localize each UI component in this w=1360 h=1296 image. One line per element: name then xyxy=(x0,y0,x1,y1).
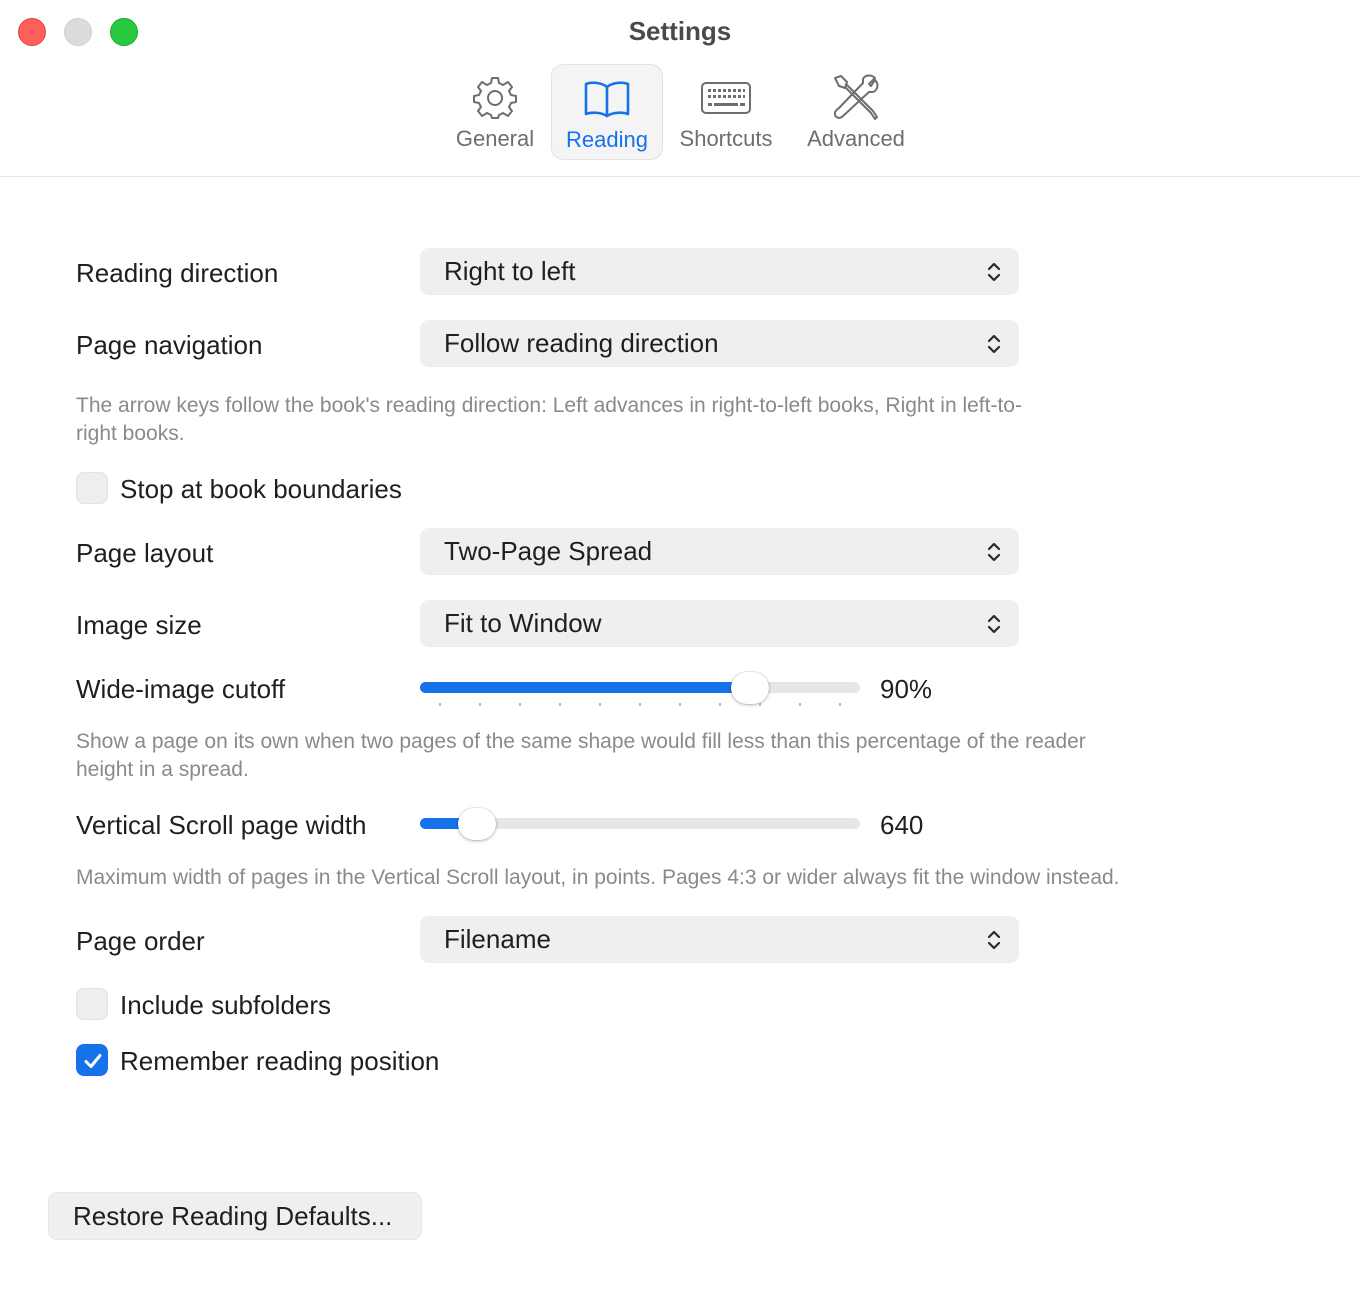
slider-tick xyxy=(439,703,441,706)
help-line: Show a page on its own when two pages of… xyxy=(76,730,1086,753)
page-navigation-help: The arrow keys follow the book's reading… xyxy=(76,392,1022,448)
keyboard-icon xyxy=(700,72,752,124)
book-icon xyxy=(583,73,631,125)
include-subfolders-checkbox[interactable] xyxy=(76,988,108,1020)
page-order-popup[interactable]: Filename xyxy=(420,916,1019,963)
vertical-scroll-width-value: 640 xyxy=(880,810,924,840)
page-navigation-label: Page navigation xyxy=(76,330,263,360)
include-subfolders-label[interactable]: Include subfolders xyxy=(120,990,331,1021)
page-layout-value: Two-Page Spread xyxy=(444,536,653,566)
up-down-chevron-icon xyxy=(987,262,1001,282)
stop-at-boundaries-label[interactable]: Stop at book boundaries xyxy=(120,474,402,505)
image-size-value: Fit to Window xyxy=(444,608,602,638)
tab-shortcuts-label: Shortcuts xyxy=(679,126,773,151)
page-order-value: Filename xyxy=(444,924,551,954)
tab-advanced-label: Advanced xyxy=(807,126,905,151)
tab-reading-label: Reading xyxy=(566,127,648,152)
help-line: height in a spread. xyxy=(76,758,249,781)
slider-tick xyxy=(679,703,681,706)
wide-image-cutoff-help: Show a page on its own when two pages of… xyxy=(76,728,1086,784)
reading-direction-label: Reading direction xyxy=(76,258,279,288)
image-size-popup[interactable]: Fit to Window xyxy=(420,600,1019,647)
page-layout-popup[interactable]: Two-Page Spread xyxy=(420,528,1019,575)
checkmark-icon xyxy=(84,1054,102,1068)
help-line: right books. xyxy=(76,422,185,445)
slider-tick xyxy=(719,703,721,706)
slider-tick xyxy=(839,703,841,706)
slider-tick xyxy=(639,703,641,706)
stop-at-boundaries-checkbox[interactable] xyxy=(76,472,108,504)
window-title: Settings xyxy=(628,16,732,46)
reading-direction-popup[interactable]: Right to left xyxy=(420,248,1019,295)
tab-advanced[interactable]: Advanced xyxy=(796,64,916,160)
tools-icon xyxy=(831,72,881,124)
up-down-chevron-icon xyxy=(987,614,1001,634)
vertical-scroll-width-label: Vertical Scroll page width xyxy=(76,810,367,840)
page-layout-label: Page layout xyxy=(76,538,214,568)
remember-position-label[interactable]: Remember reading position xyxy=(120,1046,439,1077)
tab-general-label: General xyxy=(455,126,535,151)
slider-tick xyxy=(519,703,521,706)
page-navigation-value: Follow reading direction xyxy=(444,328,719,358)
settings-window: Settings General Reading Shortcuts Advan… xyxy=(0,0,1360,1296)
help-line: The arrow keys follow the book's reading… xyxy=(76,394,1022,417)
up-down-chevron-icon xyxy=(987,930,1001,950)
restore-reading-defaults-button[interactable]: Restore Reading Defaults... xyxy=(48,1192,422,1240)
page-order-label: Page order xyxy=(76,926,205,956)
wide-image-cutoff-label: Wide-image cutoff xyxy=(76,674,286,704)
slider-tick xyxy=(799,703,801,706)
page-navigation-popup[interactable]: Follow reading direction xyxy=(420,320,1019,367)
up-down-chevron-icon xyxy=(987,542,1001,562)
slider-tick xyxy=(599,703,601,706)
gear-icon xyxy=(473,72,517,124)
tab-shortcuts[interactable]: Shortcuts xyxy=(670,64,782,160)
slider-tick xyxy=(759,703,761,706)
remember-position-checkbox[interactable] xyxy=(76,1044,108,1076)
up-down-chevron-icon xyxy=(987,334,1001,354)
image-size-label: Image size xyxy=(76,610,202,640)
wide-image-cutoff-value: 90% xyxy=(880,674,933,704)
title-bar: Settings General Reading Shortcuts Advan… xyxy=(0,0,1360,177)
slider-knob[interactable] xyxy=(458,808,497,840)
slider-fill xyxy=(420,682,750,693)
slider-tick xyxy=(479,703,481,706)
slider-tick xyxy=(559,703,561,706)
reading-direction-value: Right to left xyxy=(444,256,576,286)
vertical-scroll-width-help: Maximum width of pages in the Vertical S… xyxy=(76,866,1120,889)
slider-knob[interactable] xyxy=(731,672,769,704)
vertical-scroll-width-slider[interactable] xyxy=(420,804,860,844)
wide-image-cutoff-slider[interactable] xyxy=(420,668,860,708)
tab-general[interactable]: General xyxy=(446,64,544,160)
tab-reading[interactable]: Reading xyxy=(551,64,663,160)
